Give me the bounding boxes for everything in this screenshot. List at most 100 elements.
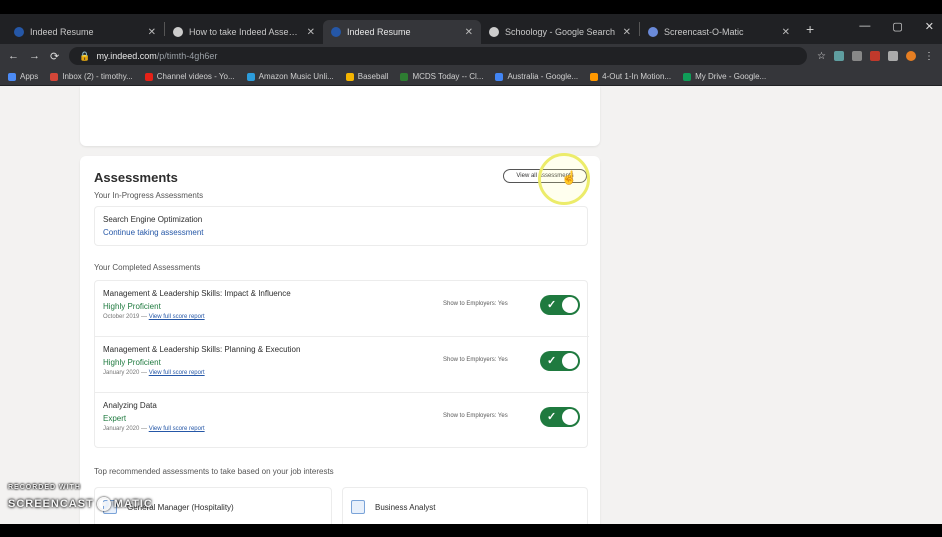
tab-title: Indeed Resume	[347, 27, 411, 37]
recommended-name: Business Analyst	[375, 502, 436, 512]
amazon-music-icon	[246, 72, 255, 81]
section-title: Assessments	[94, 170, 178, 185]
close-icon[interactable]: ✕	[148, 27, 156, 38]
close-icon[interactable]: ✕	[307, 27, 315, 38]
extension-icon[interactable]	[852, 51, 862, 61]
bookmark-inbox[interactable]: Inbox (2) - timothy...	[50, 72, 133, 81]
address-path: /p/timth-4gh6er	[156, 51, 218, 61]
close-icon[interactable]: ✕	[623, 27, 631, 38]
check-icon: ✓	[547, 411, 557, 423]
bookmark-australia[interactable]: Australia - Google...	[495, 72, 578, 81]
star-icon[interactable]: ☆	[817, 51, 826, 62]
bookmark-baseball[interactable]: Baseball	[345, 72, 389, 81]
bookmark-label: MCDS Today -- Cl...	[412, 72, 484, 81]
toggle-knob	[562, 297, 578, 313]
show-to-employers-toggle[interactable]: ✓	[540, 407, 580, 427]
assessment-name: Management & Leadership Skills: Impact &…	[103, 289, 291, 298]
youtube-icon	[144, 72, 153, 81]
bookmark-label: 4-Out 1-In Motion...	[602, 72, 672, 81]
bookmark-mcds[interactable]: MCDS Today -- Cl...	[400, 72, 483, 81]
bookmark-drive[interactable]: My Drive - Google...	[683, 72, 766, 81]
bookmark-amazon-music[interactable]: Amazon Music Unli...	[246, 72, 334, 81]
recommended-item[interactable]: Business Analyst	[342, 487, 588, 524]
proficiency-level: Highly Proficient	[103, 358, 161, 367]
toggle-knob	[562, 409, 578, 425]
assessment-meta: January 2020 — View full score report	[103, 426, 205, 432]
completed-row: Analyzing Data Expert January 2020 — Vie…	[95, 393, 589, 449]
screencast-favicon-icon	[648, 27, 658, 37]
page-content: Assessments View all assessments ☝ Your …	[0, 86, 942, 524]
address-domain: my.indeed.com	[96, 51, 157, 61]
watermark-recorded: RECORDED WITH	[8, 484, 81, 491]
close-icon[interactable]: ✕	[465, 27, 473, 38]
proficiency-level: Expert	[103, 414, 127, 423]
bookmark-apps[interactable]: Apps	[8, 72, 38, 81]
score-report-link[interactable]: View full score report	[149, 426, 205, 432]
extension-icon[interactable]	[888, 51, 898, 61]
score-report-link[interactable]: View full score report	[149, 370, 205, 376]
completion-date: January 2020 —	[103, 426, 148, 432]
recommended-label: Top recommended assessments to take base…	[94, 467, 334, 476]
show-to-employers-label: Show to Employers: Yes	[443, 357, 508, 363]
window-controls: — ▢ ✕	[859, 20, 934, 33]
browser-toolbar: ← → ⟳ 🔒 my.indeed.com /p/timth-4gh6er ☆ …	[0, 44, 942, 68]
in-progress-name: Search Engine Optimization	[103, 215, 203, 224]
drive-icon	[683, 72, 692, 81]
google-doc-icon	[495, 72, 504, 81]
show-to-employers-label: Show to Employers: Yes	[443, 301, 508, 307]
watermark-screencast: SCREENCAST	[8, 498, 94, 510]
completed-row: Management & Leadership Skills: Impact &…	[95, 281, 589, 337]
show-to-employers-toggle[interactable]: ✓	[540, 295, 580, 315]
assessment-meta: October 2019 — View full score report	[103, 314, 205, 320]
score-report-link[interactable]: View full score report	[149, 314, 205, 320]
toggle-knob	[562, 353, 578, 369]
in-progress-label: Your In-Progress Assessments	[94, 191, 204, 200]
tab-title: Screencast-O-Matic	[664, 27, 744, 37]
show-to-employers-label: Show to Employers: Yes	[443, 413, 508, 419]
tab-title: How to take Indeed Assessme...	[189, 27, 301, 37]
record-icon	[96, 497, 111, 511]
apps-grid-icon	[8, 72, 16, 81]
window-close-icon[interactable]: ✕	[925, 20, 934, 33]
completed-label: Your Completed Assessments	[94, 263, 201, 272]
assessments-card: Assessments View all assessments ☝ Your …	[80, 153, 600, 524]
bookmark-label: Apps	[20, 72, 39, 81]
maximize-icon[interactable]: ▢	[892, 20, 902, 33]
bookmarks-bar: Apps Inbox (2) - timothy... Channel vide…	[0, 68, 942, 86]
completion-date: January 2020 —	[103, 370, 148, 376]
bookmark-label: Amazon Music Unli...	[258, 72, 334, 81]
minimize-icon[interactable]: —	[859, 20, 870, 33]
menu-kebab-icon[interactable]: ⋮	[924, 51, 934, 62]
google-favicon-icon	[489, 27, 499, 37]
extension-icon[interactable]	[870, 51, 880, 61]
indeed-favicon-icon	[331, 27, 341, 37]
indeed-favicon-icon	[14, 27, 24, 37]
continue-assessment-link[interactable]: Continue taking assessment	[103, 228, 204, 237]
gmail-icon	[50, 72, 59, 81]
in-progress-item: Search Engine Optimization Continue taki…	[94, 206, 588, 246]
bookmark-label: Australia - Google...	[507, 72, 579, 81]
tab-4[interactable]: Screencast-O-Matic ✕	[640, 20, 798, 44]
tab-title: Indeed Resume	[30, 27, 94, 37]
forward-icon[interactable]: →	[29, 50, 40, 62]
bookmark-motion[interactable]: 4-Out 1-In Motion...	[590, 72, 671, 81]
bookmark-label: Baseball	[357, 72, 389, 81]
new-tab-icon[interactable]: +	[806, 21, 814, 37]
tab-2-active[interactable]: Indeed Resume ✕	[323, 20, 481, 44]
back-icon[interactable]: ←	[8, 50, 19, 62]
watermark-matic: MATIC	[113, 498, 153, 510]
bookmark-label: Channel videos - Yo...	[156, 72, 235, 81]
reload-icon[interactable]: ⟳	[50, 50, 59, 63]
close-icon[interactable]: ✕	[782, 27, 790, 38]
tab-0[interactable]: Indeed Resume ✕	[6, 20, 164, 44]
avatar-icon[interactable]	[906, 51, 916, 61]
bookmark-youtube[interactable]: Channel videos - Yo...	[144, 72, 235, 81]
tab-1[interactable]: How to take Indeed Assessme... ✕	[165, 20, 323, 44]
motion-icon	[590, 72, 599, 81]
show-to-employers-toggle[interactable]: ✓	[540, 351, 580, 371]
extension-icon[interactable]	[834, 51, 844, 61]
assessment-meta: January 2020 — View full score report	[103, 370, 205, 376]
extension-bar: ☆ ⋮	[817, 51, 934, 62]
tab-3[interactable]: Schoology - Google Search ✕	[481, 20, 639, 44]
address-bar[interactable]: 🔒 my.indeed.com /p/timth-4gh6er	[69, 47, 808, 65]
